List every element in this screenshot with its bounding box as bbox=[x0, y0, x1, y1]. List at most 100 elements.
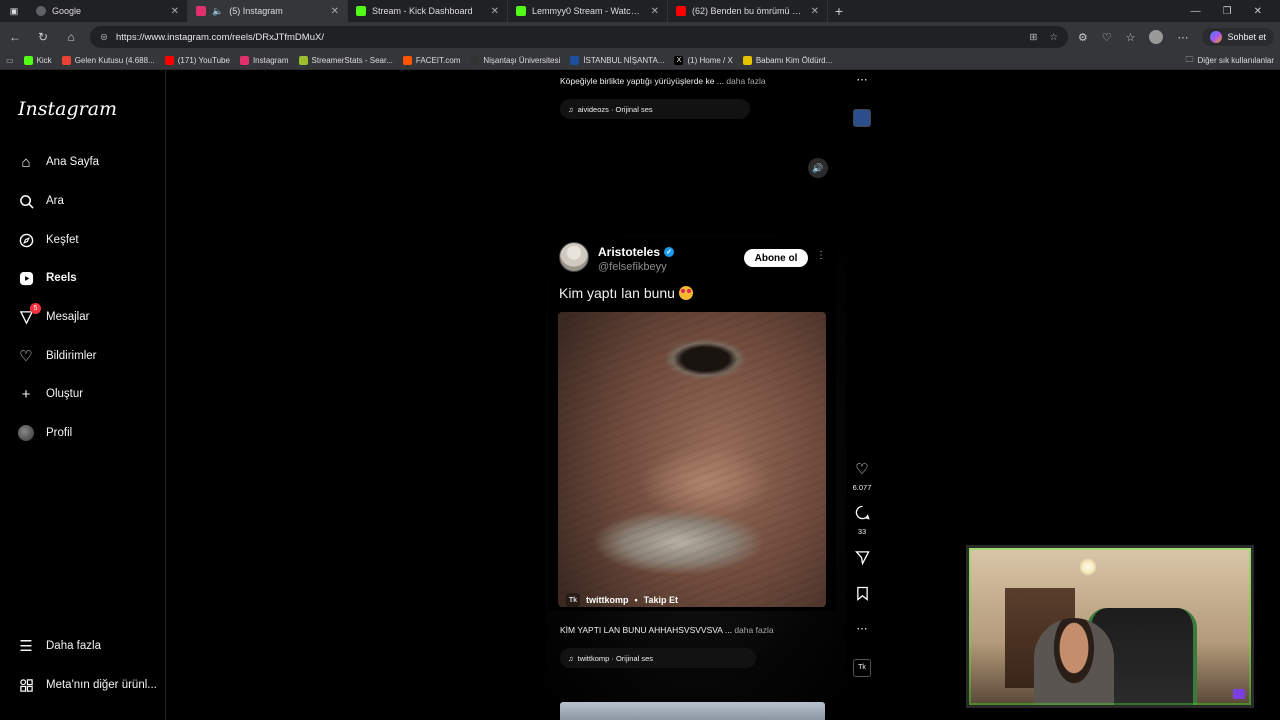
tab-instagram[interactable]: 🔈 (5) Instagram ✕ bbox=[188, 0, 348, 22]
account-logo-icon: Tk bbox=[566, 593, 580, 607]
close-icon[interactable]: ✕ bbox=[491, 6, 499, 17]
bookmark-nisantasi[interactable]: Nişantaşı Üniversitesi bbox=[470, 56, 560, 65]
url-field[interactable]: ⊜ https://www.instagram.com/reels/DRxJTf… bbox=[90, 26, 1068, 48]
author-name-row[interactable]: Aristoteles ✓ bbox=[598, 245, 675, 259]
more-link[interactable]: daha fazla bbox=[734, 625, 773, 635]
university-favicon-icon bbox=[470, 56, 480, 65]
sidebar-item-more[interactable]: ☰ Daha fazla bbox=[18, 638, 101, 655]
caption-text: Köpeğiyle birlikte yaptığı yürüyüşlerde … bbox=[560, 76, 724, 86]
restore-icon[interactable]: ❐ bbox=[1223, 6, 1232, 17]
tab-title: Stream - Kick Dashboard bbox=[372, 6, 473, 16]
copilot-icon bbox=[1210, 31, 1223, 43]
favorites-icon[interactable]: ☆ bbox=[1126, 31, 1136, 44]
speaker-icon[interactable]: 🔈 bbox=[212, 6, 223, 17]
sidebar-item-reels[interactable]: Reels bbox=[18, 270, 77, 286]
close-icon[interactable]: ✕ bbox=[651, 6, 659, 17]
sidebar-item-meta[interactable]: Meta'nın diğer ürünl... bbox=[18, 677, 157, 693]
folder-icon: 🗀 bbox=[1185, 54, 1194, 64]
prev-more-options-icon[interactable]: ⋯ bbox=[852, 73, 872, 86]
next-reel-preview[interactable] bbox=[549, 702, 836, 720]
close-icon[interactable]: ✕ bbox=[171, 6, 179, 17]
sidebar-item-label: Reels bbox=[46, 272, 77, 284]
star-icon[interactable]: ☆ bbox=[1049, 32, 1058, 43]
sidebar-item-explore[interactable]: Keşfet bbox=[18, 232, 79, 248]
instagram-sidebar: Instagram ⌂ Ana Sayfa Ara Keşfet Reels 5… bbox=[0, 70, 166, 720]
media-follow-link[interactable]: Takip Et bbox=[644, 595, 678, 605]
profile-avatar[interactable] bbox=[1149, 30, 1164, 44]
more-options-icon[interactable]: ⋯ bbox=[852, 622, 872, 635]
bookmark-kick[interactable]: Kick bbox=[23, 56, 52, 65]
reel-video[interactable]: Aristoteles ✓ @felsefikbeyy Abone ol ⋮ K… bbox=[548, 236, 836, 611]
sidebar-item-home[interactable]: ⌂ Ana Sayfa bbox=[18, 153, 99, 171]
extensions-icon[interactable]: ⚙ bbox=[1078, 31, 1088, 44]
split-screen-icon[interactable]: ⊞ bbox=[1029, 32, 1037, 43]
post-media[interactable]: Tk twittkomp • Takip Et bbox=[558, 312, 826, 607]
tab-google[interactable]: Google ✕ bbox=[28, 0, 188, 22]
window-menu-icon[interactable]: ▣ bbox=[0, 0, 28, 22]
prev-post-audio[interactable]: ♫ aivideozs · Orijinal ses bbox=[560, 99, 750, 119]
sidebar-item-create[interactable]: + Oluştur bbox=[18, 386, 83, 403]
google-favicon-icon bbox=[36, 6, 46, 16]
author-avatar[interactable] bbox=[559, 242, 589, 272]
close-window-icon[interactable]: ✕ bbox=[1254, 6, 1262, 17]
bookmark-youtube[interactable]: (171) YouTube bbox=[164, 56, 230, 65]
comment-icon[interactable] bbox=[852, 505, 872, 523]
kick-favicon-icon bbox=[516, 6, 526, 16]
bookmark-streamerstats[interactable]: StreamerStats - Sear... bbox=[298, 56, 393, 65]
reels-icon bbox=[18, 270, 34, 286]
sidebar-item-search[interactable]: Ara bbox=[18, 193, 64, 209]
like-icon[interactable]: ♡ bbox=[852, 460, 872, 478]
home-icon[interactable]: ⌂ bbox=[62, 30, 80, 44]
follow-button[interactable]: Abone ol bbox=[744, 249, 808, 267]
more-link[interactable]: daha fazla bbox=[726, 76, 765, 86]
copilot-button[interactable]: Sohbet et bbox=[1202, 28, 1274, 46]
window-controls: — ❐ ✕ bbox=[1191, 6, 1280, 17]
close-icon[interactable]: ✕ bbox=[811, 6, 819, 17]
bookmark-label: (171) YouTube bbox=[177, 56, 230, 65]
instagram-logo[interactable]: Instagram bbox=[18, 98, 117, 120]
more-menu-icon[interactable]: ⋯ bbox=[1177, 31, 1188, 44]
minimize-icon[interactable]: — bbox=[1191, 6, 1201, 17]
audio-thumbnail[interactable]: Tk bbox=[853, 659, 871, 677]
post-audio[interactable]: ♫ twittkomp · Orijinal ses bbox=[560, 648, 756, 668]
bookmark-x[interactable]: X (1) Home / X bbox=[674, 56, 733, 65]
save-icon[interactable] bbox=[852, 586, 872, 604]
bookmark-istanbul-nisantasi[interactable]: İSTANBUL NİŞANTA... bbox=[570, 56, 664, 65]
home-icon: ⌂ bbox=[21, 153, 31, 171]
prev-post-caption[interactable]: Köpeğiyle birlikte yaptığı yürüyüşlerde … bbox=[560, 76, 766, 86]
bookmark-gmail[interactable]: Gelen Kutusu (4.688... bbox=[61, 56, 155, 65]
tv-favicon-icon bbox=[742, 56, 752, 65]
reload-icon[interactable]: ↻ bbox=[34, 30, 52, 44]
mute-icon[interactable]: 🔊 bbox=[808, 158, 828, 178]
bookmark-faceit[interactable]: FACEIT.com bbox=[402, 56, 460, 65]
browser-essentials-icon[interactable]: ♡ bbox=[1102, 31, 1112, 44]
media-texture bbox=[558, 312, 826, 607]
kick-favicon-icon bbox=[23, 56, 33, 65]
comment-count: 33 bbox=[857, 527, 867, 536]
sidebar-item-label: Bildirimler bbox=[46, 350, 97, 362]
other-bookmarks[interactable]: 🗀 Diğer sık kullanılanlar bbox=[1186, 54, 1274, 68]
tab-title: Google bbox=[52, 6, 82, 16]
tab-youtube[interactable]: (62) Benden bu ömrümü çalanı gö ✕ bbox=[668, 0, 828, 22]
sidebar-toggle-icon[interactable]: ▭ bbox=[6, 56, 14, 65]
sidebar-item-notifications[interactable]: ♡ Bildirimler bbox=[18, 348, 97, 365]
media-account[interactable]: twittkomp bbox=[586, 595, 629, 605]
new-tab-button[interactable]: + bbox=[828, 3, 850, 19]
sidebar-item-profile[interactable]: Profil bbox=[18, 425, 72, 441]
tweet-options-icon[interactable]: ⋮ bbox=[816, 250, 826, 261]
tab-kick-stream[interactable]: Lemmyy0 Stream - Watch Live on ✕ bbox=[508, 0, 668, 22]
prev-audio-thumbnail[interactable] bbox=[853, 109, 871, 127]
bookmark-instagram[interactable]: Instagram bbox=[239, 56, 289, 65]
post-caption[interactable]: KİM YAPTI LAN BUNU AHHAHSVSVVSVA ... dah… bbox=[560, 625, 774, 635]
meta-apps-icon bbox=[18, 677, 34, 693]
unread-badge: 5 bbox=[30, 303, 41, 314]
bookmark-babami[interactable]: Babamı Kim Öldürd... bbox=[742, 56, 832, 65]
audio-label: twittkomp · Orijinal ses bbox=[577, 653, 654, 663]
site-info-icon[interactable]: ⊜ bbox=[100, 32, 108, 43]
share-icon[interactable] bbox=[852, 550, 872, 568]
back-icon[interactable]: ← bbox=[6, 30, 24, 44]
author-name: Aristoteles bbox=[598, 245, 661, 259]
close-icon[interactable]: ✕ bbox=[331, 6, 339, 17]
tab-kick-dashboard[interactable]: Stream - Kick Dashboard ✕ bbox=[348, 0, 508, 22]
sidebar-item-messages[interactable]: 5 Mesajlar bbox=[18, 303, 89, 325]
